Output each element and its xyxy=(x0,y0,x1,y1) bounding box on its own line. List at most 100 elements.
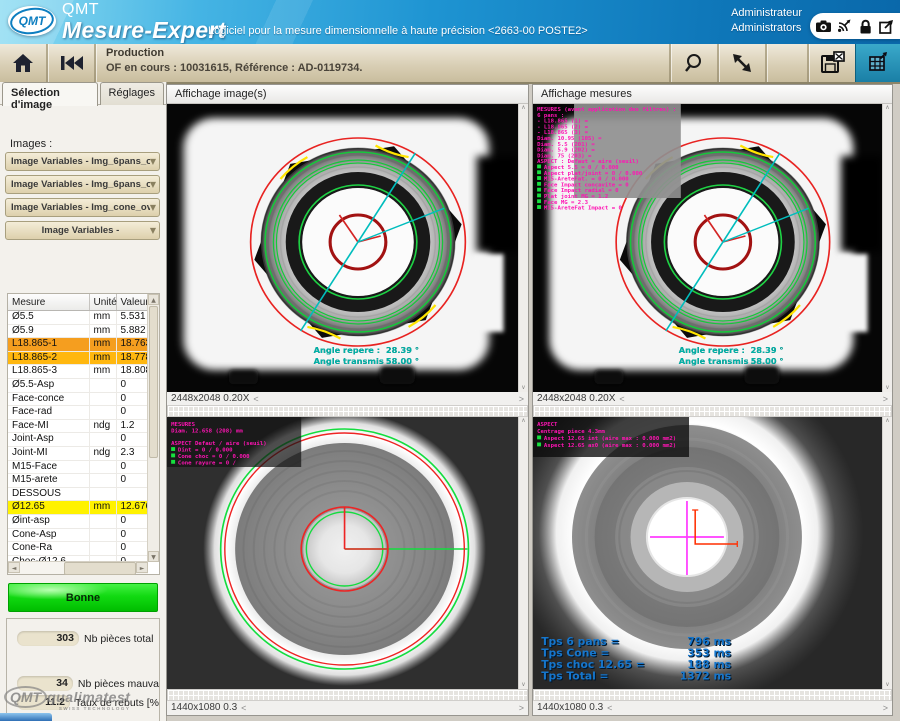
col-header-mesure[interactable]: Mesure xyxy=(8,294,89,311)
table-row[interactable]: L18.865-2mm18.778 xyxy=(8,351,147,365)
tab-selection-image[interactable]: Sélection d'image xyxy=(2,82,98,106)
brand-line2: Mesure-Expert xyxy=(62,19,226,42)
hex-origin-image[interactable]: Angle repere :28.39 °Angle transmis :58.… xyxy=(167,104,518,392)
panel-title: Affichage image(s) xyxy=(167,85,528,104)
svg-text:Tps Total =: Tps Total = xyxy=(541,670,608,683)
app-subtitle: Logiciel pour la mesure dimensionnelle à… xyxy=(208,25,588,37)
table-row[interactable]: L18.865-1mm18.763 xyxy=(8,338,147,352)
table-row[interactable]: Face-rad0 xyxy=(8,406,147,420)
table-row[interactable]: M15-Face0 xyxy=(8,460,147,474)
scroll-right-icon[interactable]: > xyxy=(519,703,524,713)
scroll-left-icon[interactable]: < xyxy=(607,703,612,713)
horizontal-scroll-track[interactable] xyxy=(533,689,892,701)
dropdown-value: Image Variables - xyxy=(11,225,150,236)
save-image-icon xyxy=(819,51,845,75)
table-row[interactable]: Face-conce0 xyxy=(8,392,147,406)
hex-overlay-image[interactable]: MESURES (avant application des filtres) … xyxy=(533,104,882,392)
brand-block: QMT Mesure-Expert xyxy=(62,2,226,42)
scroll-down-icon[interactable]: ▼ xyxy=(148,551,159,562)
svg-text:M15-AreteFat Impact = 0: M15-AreteFat Impact = 0 xyxy=(544,206,623,212)
viewport-choc[interactable]: ASPECTCentrage piece 4.3mmAspect 12.65 i… xyxy=(533,417,892,689)
svg-text:Centrage piece 4.3mm: Centrage piece 4.3mm xyxy=(537,429,606,435)
svg-text:Aspect 12.65 int (aire max : 0: Aspect 12.65 int (aire max : 0.000 mm2) xyxy=(544,436,676,442)
viewport-cone-overlay[interactable]: MESURESDiam. 12.658 (208) mmASPECT Defau… xyxy=(167,417,528,689)
col-header-valeur[interactable]: Valeur xyxy=(116,294,147,311)
qmt-logo: QMT xyxy=(8,6,56,36)
svg-text:58.00 °: 58.00 ° xyxy=(386,356,419,366)
svg-text:Cone rayure = 0 /: Cone rayure = 0 / xyxy=(178,460,237,466)
toolbar: Production OF en cours : 10031615, Référ… xyxy=(0,44,900,84)
image-vertical-scrollbar[interactable]: ∧∨ xyxy=(518,417,528,689)
svg-text:28.39 °: 28.39 ° xyxy=(751,345,784,355)
table-row[interactable]: Face-MIndg1.2 xyxy=(8,419,147,433)
context-info: OF en cours : 10031615, Référence : AD-0… xyxy=(106,62,666,74)
layout-grid-button[interactable] xyxy=(855,44,900,82)
lock-icon[interactable] xyxy=(857,18,874,35)
stat-label: Nb pièces total xyxy=(84,633,153,645)
scroll-right-icon[interactable]: > xyxy=(883,394,888,404)
viewport-hex-origin[interactable]: Angle repere :28.39 °Angle transmis :58.… xyxy=(167,104,528,392)
scroll-up-icon[interactable]: ▲ xyxy=(148,294,159,305)
cone-overlay-image[interactable]: MESURESDiam. 12.658 (208) mmASPECT Defau… xyxy=(167,417,518,689)
scrollbar-thumb[interactable] xyxy=(149,306,158,458)
horizontal-scroll-track[interactable] xyxy=(167,405,528,417)
home-button[interactable] xyxy=(0,44,46,82)
svg-text:Aspect 12.65 ax0 (aire max : 0: Aspect 12.65 ax0 (aire max : 0.000 mm2) xyxy=(544,443,676,449)
user-role-en: Administrators xyxy=(731,21,802,36)
image-variable-dropdown[interactable]: Image Variables -▼ xyxy=(5,221,160,240)
viewport-hex-overlay[interactable]: MESURES (avant application des filtres) … xyxy=(533,104,892,392)
brand-line1: QMT xyxy=(62,2,226,18)
search-button[interactable] xyxy=(671,44,717,82)
svg-text:Angle repere :: Angle repere : xyxy=(314,345,380,355)
image-variable-dropdown[interactable]: Image Variables - Img_6pans_origine▼ xyxy=(5,152,160,171)
image-variable-dropdown[interactable]: Image Variables - Img_cone_overlay▼ xyxy=(5,198,160,217)
expand-icon xyxy=(730,51,754,75)
scroll-left-icon[interactable]: ◄ xyxy=(8,562,20,573)
table-row[interactable]: L18.865-3mm18.808 xyxy=(8,365,147,379)
horizontal-scroll-track[interactable] xyxy=(167,689,528,701)
svg-text:MESURES: MESURES xyxy=(171,422,196,428)
scroll-right-icon[interactable]: > xyxy=(519,394,524,404)
scroll-left-icon[interactable]: < xyxy=(253,394,258,404)
image-vertical-scrollbar[interactable]: ∧∨ xyxy=(882,104,892,392)
image-vertical-scrollbar[interactable]: ∧∨ xyxy=(518,104,528,392)
svg-text:28.39 °: 28.39 ° xyxy=(386,345,419,355)
camera-icon[interactable] xyxy=(815,18,832,34)
table-row[interactable]: Ø5.5-Asp0 xyxy=(8,378,147,392)
table-row[interactable]: Cone-Asp0 xyxy=(8,528,147,542)
table-row[interactable]: Cone-Ra0 xyxy=(8,542,147,556)
table-row[interactable]: Ø12.65mm12.676 xyxy=(8,501,147,515)
logo-text: QMT xyxy=(19,14,46,28)
sidebar-tabs: Sélection d'image Réglages xyxy=(2,82,166,105)
save-image-button[interactable] xyxy=(809,44,855,82)
image-caption: 1440x1080 0.3 xyxy=(537,702,603,713)
scrollbar-thumb[interactable] xyxy=(64,562,136,575)
table-row[interactable]: Øint-asp0 xyxy=(8,514,147,528)
panel-affichage-mesures: Affichage mesures MESURES (avant applica… xyxy=(532,84,893,716)
col-header-unite[interactable]: Unité xyxy=(89,294,116,311)
table-row[interactable]: Joint-MIndg2.3 xyxy=(8,446,147,460)
horizontal-scroll-track[interactable] xyxy=(533,405,892,417)
table-row[interactable]: M15-arete0 xyxy=(8,474,147,488)
choc-image[interactable]: ASPECTCentrage piece 4.3mmAspect 12.65 i… xyxy=(533,417,882,689)
image-vertical-scrollbar[interactable]: ∧∨ xyxy=(882,417,892,689)
table-horizontal-scrollbar[interactable]: ◄ ► xyxy=(8,561,148,574)
svg-text:Diam. 12.658 (208) mm: Diam. 12.658 (208) mm xyxy=(171,428,243,434)
expand-button[interactable] xyxy=(719,44,765,82)
antenna-icon[interactable] xyxy=(836,18,852,34)
scroll-right-icon[interactable]: > xyxy=(883,703,888,713)
image-variable-dropdown[interactable]: Image Variables - Img_6pans_overlay▼ xyxy=(5,175,160,194)
export-icon[interactable] xyxy=(878,18,895,35)
tab-reglages[interactable]: Réglages xyxy=(100,82,164,105)
scroll-left-icon[interactable]: < xyxy=(619,394,624,404)
rewind-button[interactable] xyxy=(48,44,94,82)
chevron-down-icon: ▼ xyxy=(150,157,156,166)
table-row[interactable]: DESSOUS xyxy=(8,487,147,501)
scroll-right-icon[interactable]: ► xyxy=(136,562,148,573)
table-row[interactable]: Ø5.5mm5.531 xyxy=(8,311,147,325)
table-row[interactable]: Joint-Asp0 xyxy=(8,433,147,447)
table-vertical-scrollbar[interactable]: ▲ ▼ xyxy=(147,294,159,562)
scroll-left-icon[interactable]: < xyxy=(241,703,246,713)
table-row[interactable]: Ø5.9mm5.882 xyxy=(8,324,147,338)
panel-affichage-images: Affichage image(s) Angle repere : 28.39 °… xyxy=(166,84,529,716)
